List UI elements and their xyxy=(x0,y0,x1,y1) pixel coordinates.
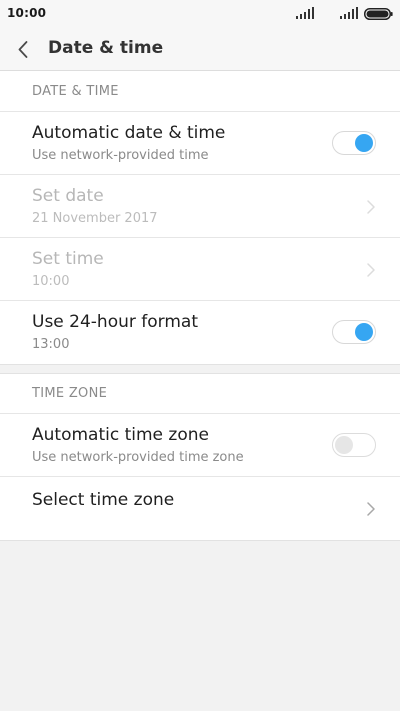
date-time-section: DATE & TIME Automatic date & time Use ne… xyxy=(0,71,400,365)
set-date-row[interactable]: Set date 21 November 2017 xyxy=(0,175,400,237)
set-time-row[interactable]: Set time 10:00 xyxy=(0,238,400,300)
select-time-zone-row[interactable]: Select time zone xyxy=(0,477,400,539)
section-header-date-time: DATE & TIME xyxy=(32,84,119,99)
status-bar: 10:00 xyxy=(0,0,400,28)
automatic-date-time-row[interactable]: Automatic date & time Use network-provid… xyxy=(0,112,400,174)
screen: 10:00 Date & time DATE & TIME Automatic … xyxy=(0,0,400,711)
use-24-hour-row[interactable]: Use 24-hour format 13:00 xyxy=(0,301,400,363)
use-24-hour-toggle[interactable] xyxy=(332,320,376,344)
app-header: Date & time xyxy=(0,28,400,71)
back-button[interactable] xyxy=(10,34,38,64)
time-zone-section: TIME ZONE Automatic time zone Use networ… xyxy=(0,373,400,541)
automatic-date-time-subtitle: Use network-provided time xyxy=(32,148,209,163)
toggle-knob xyxy=(335,436,353,454)
set-date-label: Set date xyxy=(32,186,104,206)
automatic-time-zone-subtitle: Use network-provided time zone xyxy=(32,450,244,465)
section-header-time-zone: TIME ZONE xyxy=(32,386,108,401)
set-time-label: Set time xyxy=(32,249,104,269)
status-time: 10:00 xyxy=(7,6,47,20)
automatic-date-time-toggle[interactable] xyxy=(332,131,376,155)
automatic-time-zone-toggle[interactable] xyxy=(332,433,376,457)
chevron-left-icon xyxy=(18,41,28,58)
chevron-right-icon xyxy=(367,263,375,277)
select-time-zone-label: Select time zone xyxy=(32,490,175,510)
toggle-knob xyxy=(355,134,373,152)
toggle-knob xyxy=(355,323,373,341)
set-time-value: 10:00 xyxy=(32,274,70,289)
signal-strength-icon-2 xyxy=(340,7,358,19)
signal-strength-icon xyxy=(296,7,314,19)
use-24-hour-example: 13:00 xyxy=(32,337,70,352)
use-24-hour-label: Use 24-hour format xyxy=(32,312,198,332)
chevron-right-icon xyxy=(367,502,375,516)
set-date-value: 21 November 2017 xyxy=(32,211,158,226)
automatic-time-zone-label: Automatic time zone xyxy=(32,425,209,445)
chevron-right-icon xyxy=(367,200,375,214)
page-title: Date & time xyxy=(48,38,164,58)
automatic-date-time-label: Automatic date & time xyxy=(32,123,226,143)
automatic-time-zone-row[interactable]: Automatic time zone Use network-provided… xyxy=(0,414,400,476)
battery-icon xyxy=(364,8,393,20)
